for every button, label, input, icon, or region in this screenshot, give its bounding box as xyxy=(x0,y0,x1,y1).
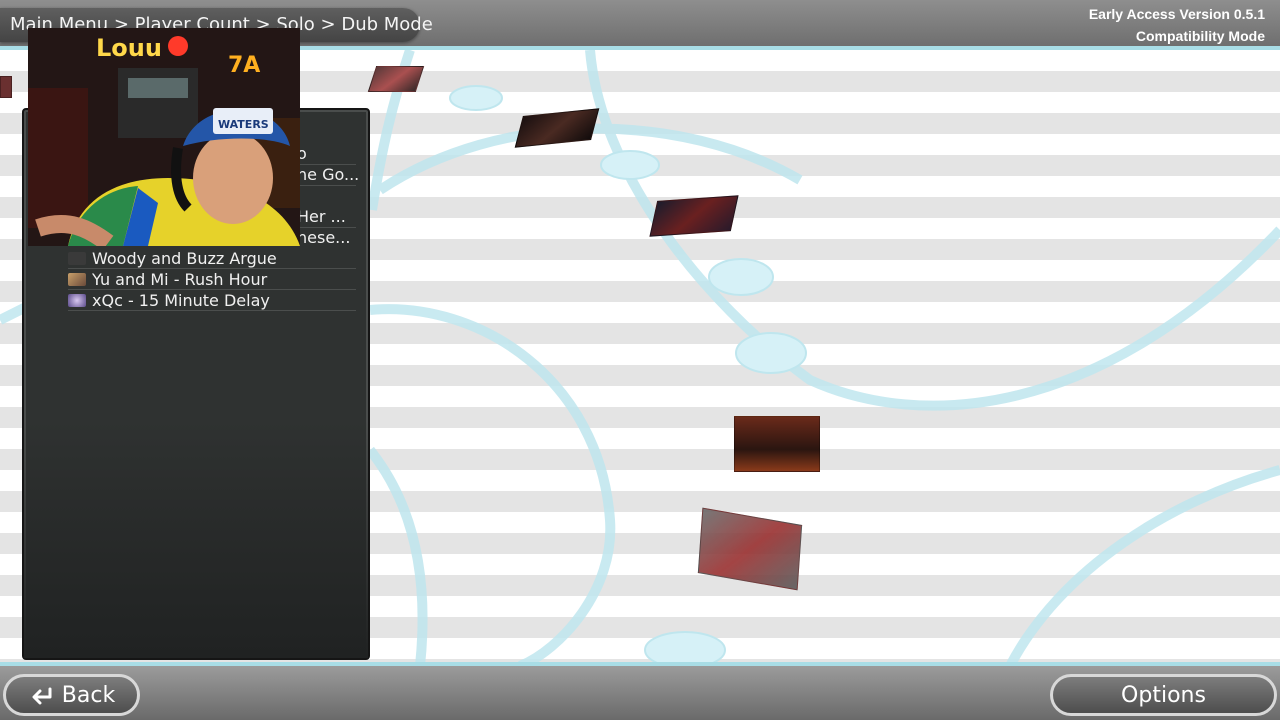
list-item[interactable]: Yu and Mi - Rush Hour xyxy=(68,269,356,290)
list-item-partial[interactable]: Her ... xyxy=(297,207,346,226)
panel-shadow xyxy=(24,420,368,658)
list-item-partial[interactable]: he Go... xyxy=(297,165,359,184)
neon-sign-logo: 7A xyxy=(228,53,260,78)
song-thumbnail xyxy=(68,251,86,265)
album-card[interactable] xyxy=(0,76,12,98)
song-list: Woody and Buzz Argue Yu and Mi - Rush Ho… xyxy=(68,248,356,311)
song-thumbnail xyxy=(68,293,86,307)
list-item[interactable]: Woody and Buzz Argue xyxy=(68,248,356,269)
song-thumbnail xyxy=(68,272,86,286)
neon-sign-text: Louu xyxy=(96,34,162,62)
version-info: Early Access Version 0.5.1 Compatibility… xyxy=(1089,3,1265,47)
album-card[interactable] xyxy=(734,416,820,472)
song-title: xQc - 15 Minute Delay xyxy=(92,290,270,310)
options-label: Options xyxy=(1121,682,1206,708)
streamer-webcam-image: Louu 7A WATERS xyxy=(28,28,300,246)
back-label: Back xyxy=(61,682,116,708)
back-button[interactable]: Back xyxy=(3,674,140,716)
song-title: Woody and Buzz Argue xyxy=(92,248,277,268)
cap-text: WATERS xyxy=(218,118,269,131)
song-title: Yu and Mi - Rush Hour xyxy=(92,269,268,289)
album-card[interactable] xyxy=(649,195,739,237)
list-item[interactable]: xQc - 15 Minute Delay xyxy=(68,290,356,311)
webcam-overlay: Louu 7A WATERS xyxy=(28,28,300,246)
album-card[interactable] xyxy=(367,66,425,92)
back-arrow-icon xyxy=(32,687,52,705)
list-divider xyxy=(300,185,356,186)
version-label: Early Access Version 0.5.1 xyxy=(1088,6,1265,22)
options-button[interactable]: Options xyxy=(1050,674,1277,716)
compatibility-mode-label: Compatibility Mode xyxy=(1135,28,1265,44)
list-item-partial[interactable]: hese... xyxy=(297,228,350,247)
